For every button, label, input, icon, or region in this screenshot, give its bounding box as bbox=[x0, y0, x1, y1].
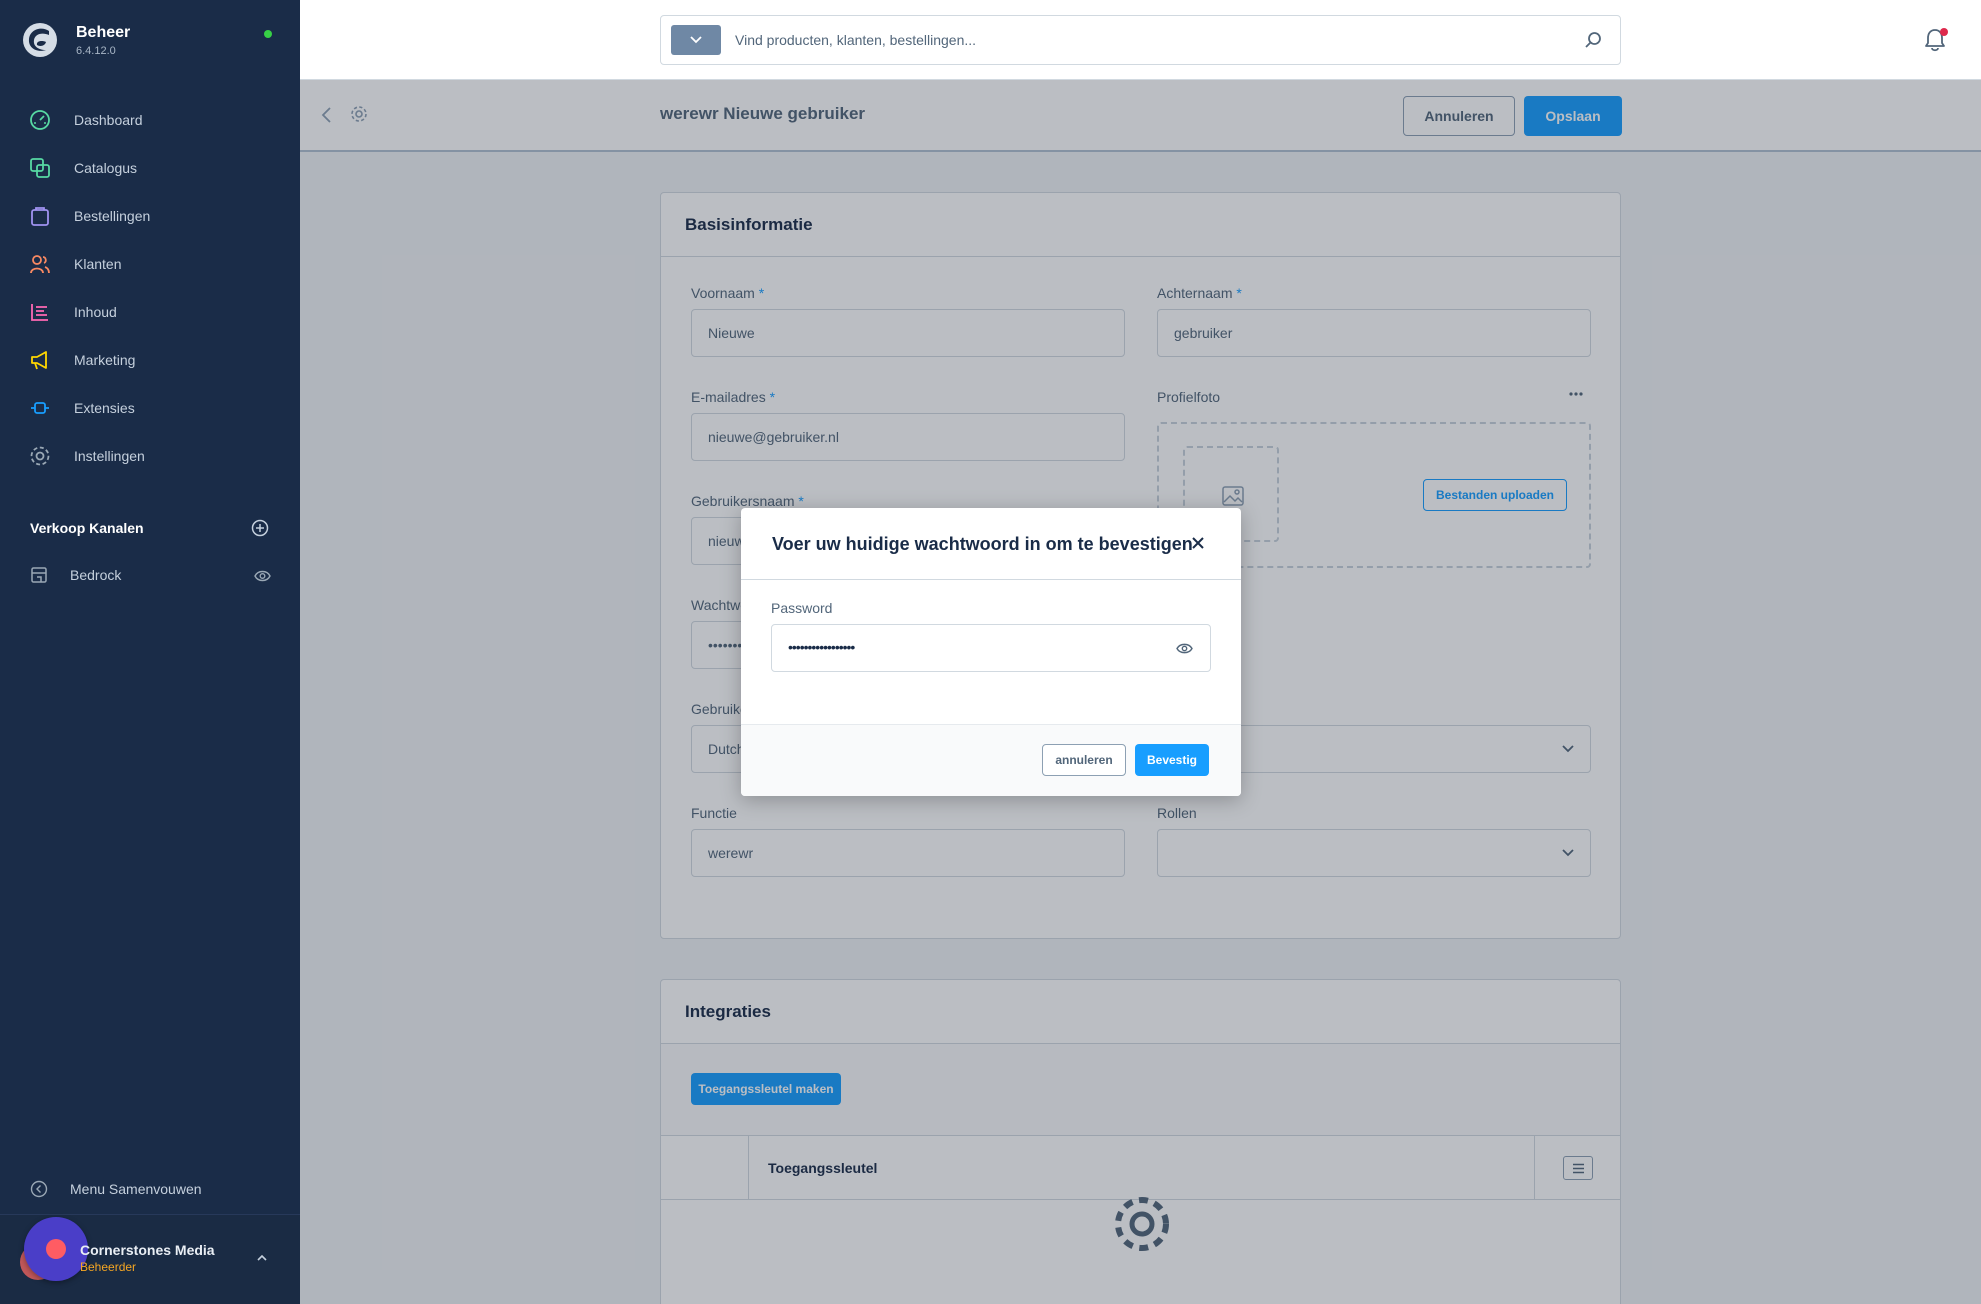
modal-body: Password ••••••••••••••••• bbox=[741, 580, 1241, 724]
sidebar-overlay-spacer bbox=[0, 0, 300, 1304]
modal-footer: annuleren Bevestig bbox=[741, 724, 1241, 796]
search-type-dropdown[interactable] bbox=[671, 25, 721, 55]
search-input[interactable] bbox=[735, 29, 1555, 51]
chevron-down-icon bbox=[690, 36, 702, 44]
eye-icon[interactable] bbox=[1176, 642, 1193, 655]
modal-title: Voer uw huidige wachtwoord in om te beve… bbox=[772, 534, 1193, 554]
password-input[interactable]: ••••••••••••••••• bbox=[771, 624, 1211, 672]
password-label: Password bbox=[771, 600, 833, 616]
password-value: ••••••••••••••••• bbox=[788, 639, 855, 655]
close-icon[interactable] bbox=[1191, 536, 1205, 550]
confirm-button[interactable]: Bevestig bbox=[1135, 744, 1209, 776]
cancel-button[interactable]: annuleren bbox=[1042, 744, 1126, 776]
notification-badge bbox=[1940, 28, 1948, 36]
modal-header: Voer uw huidige wachtwoord in om te beve… bbox=[741, 508, 1241, 580]
confirm-password-modal: Voer uw huidige wachtwoord in om te beve… bbox=[741, 508, 1241, 796]
topbar bbox=[300, 0, 1981, 80]
search-icon[interactable] bbox=[1584, 31, 1602, 49]
global-search[interactable] bbox=[660, 15, 1621, 65]
